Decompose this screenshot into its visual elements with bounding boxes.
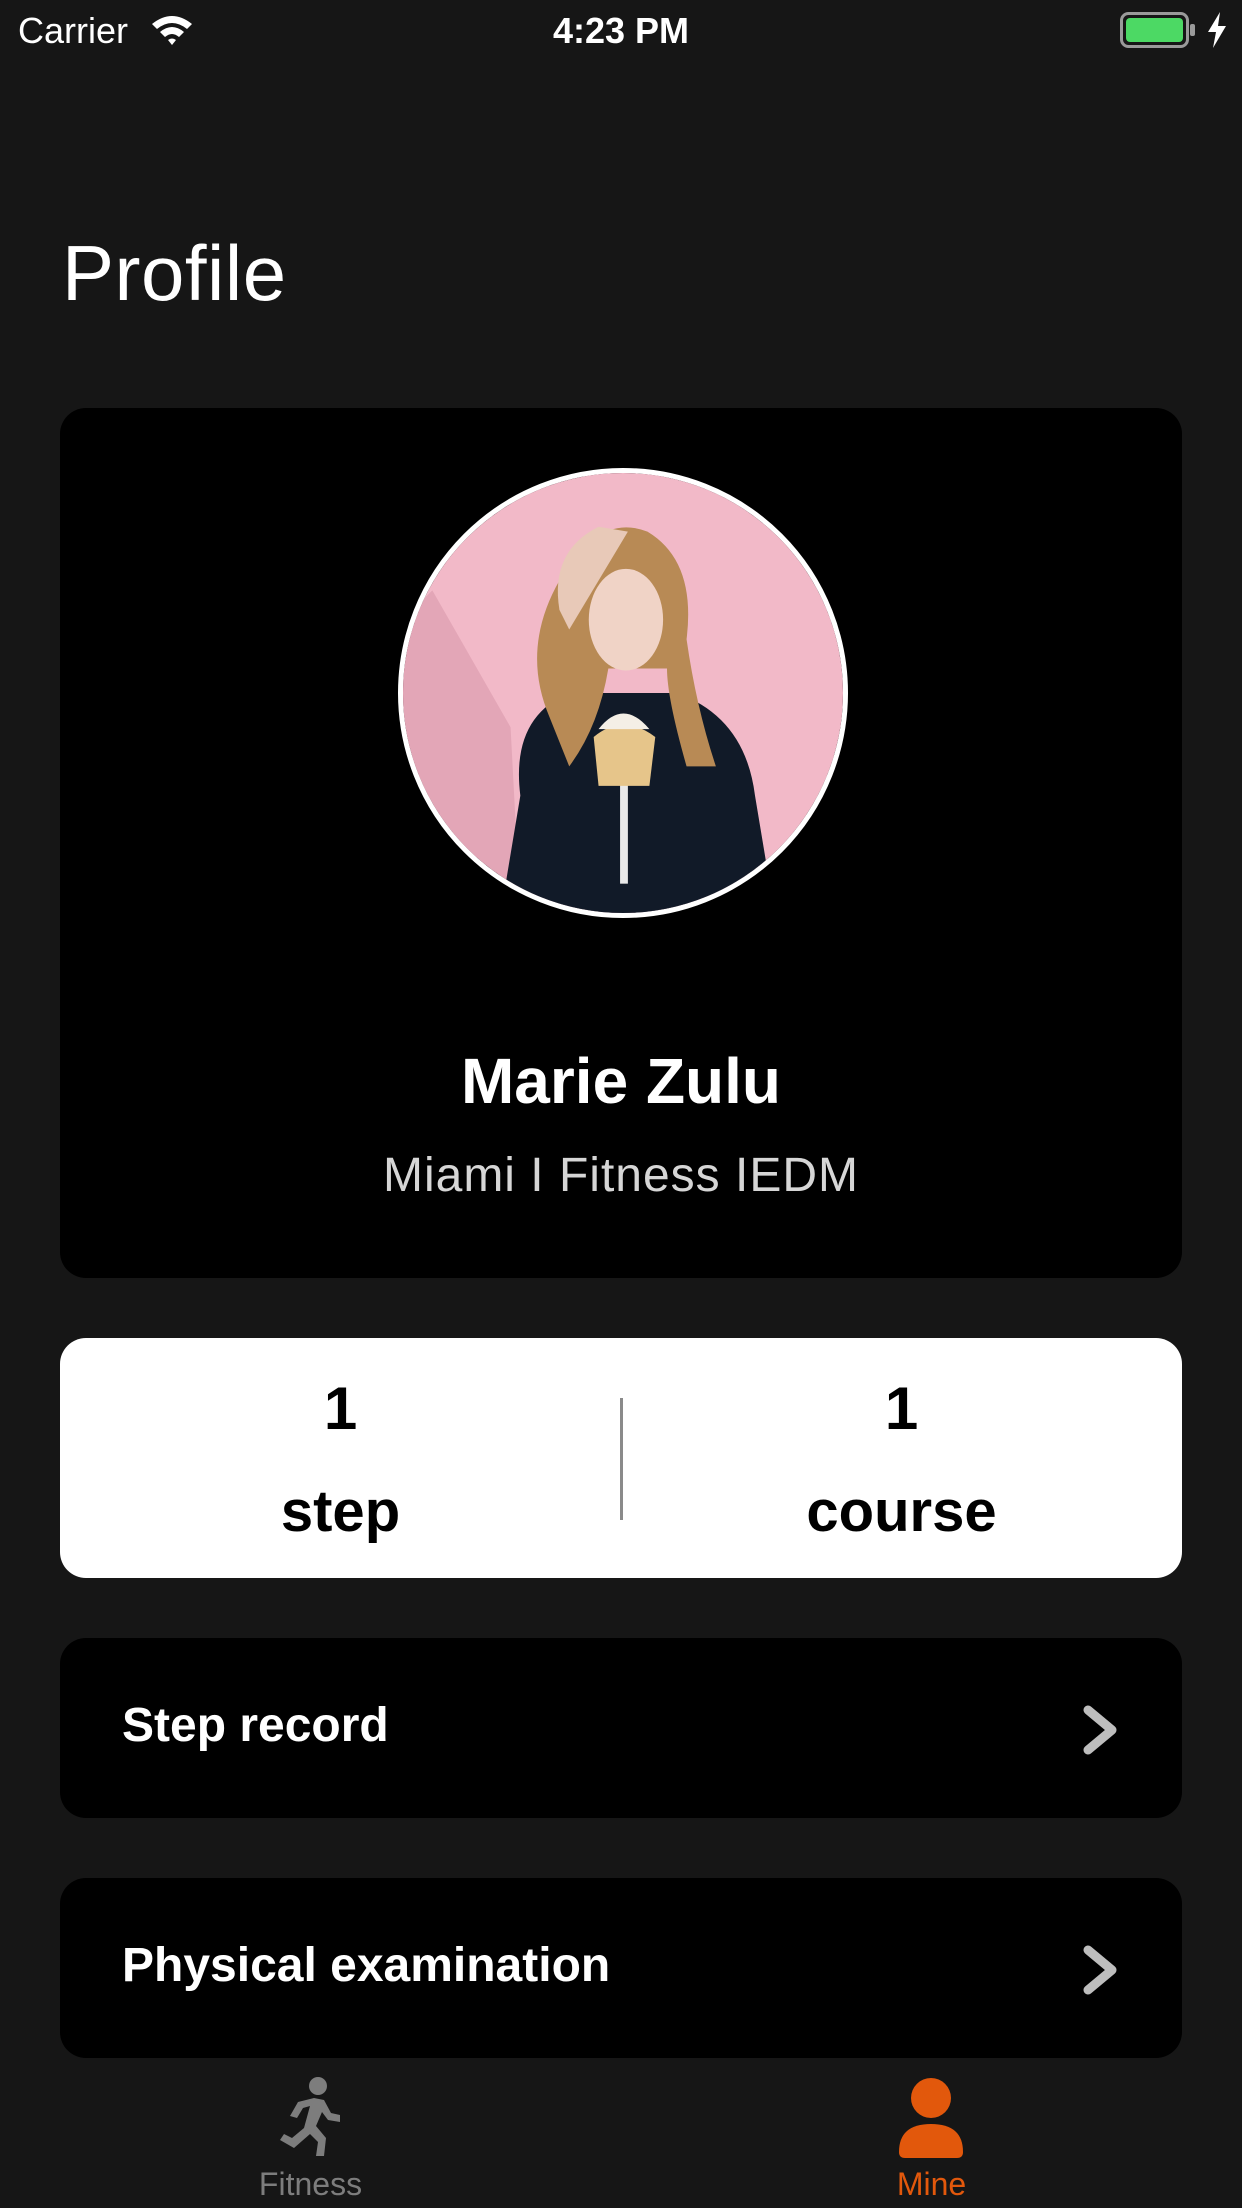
stat-label: course [806,1479,997,1544]
tab-label: Mine [896,2166,967,2202]
profile-name: Marie Zulu [460,1045,782,1117]
battery-icon [1120,12,1195,48]
status-bar: Carrier 4:23 PM [0,0,1242,64]
stat-courses[interactable]: 1 course [621,1338,1182,1578]
profile-card: Marie Zulu Miami I Fitness IEDM [60,408,1182,1278]
menu-item-physical-examination[interactable]: Physical examination [60,1878,1182,2058]
avatar[interactable] [398,468,848,918]
stat-value: 1 [884,1375,919,1442]
page-title: Profile [62,229,287,317]
tab-fitness[interactable]: Fitness [0,2058,621,2208]
menu-item-label: Step record [122,1699,389,1752]
tab-bar: Fitness Mine [0,2058,1242,2208]
stat-label: step [280,1479,401,1544]
chevron-right-icon [1083,1945,1117,1995]
avatar-photo [403,473,843,913]
menu-item-label: Physical examination [122,1939,611,1992]
chevron-right-icon [1083,1705,1117,1755]
running-person-icon [280,2077,340,2156]
charging-bolt-icon [1208,12,1226,48]
menu-item-step-record[interactable]: Step record [60,1638,1182,1818]
profile-subtitle: Miami I Fitness IEDM [382,1149,860,1202]
tab-mine[interactable]: Mine [621,2058,1242,2208]
status-time: 4:23 PM [552,10,690,51]
tab-label: Fitness [258,2166,363,2202]
stat-value: 1 [323,1375,358,1442]
person-icon [899,2078,963,2158]
profile-screen: Carrier 4:23 PM Profile Marie Zulu Miami… [0,0,1242,2208]
stat-steps[interactable]: 1 step [60,1338,621,1578]
stats-card: 1 step 1 course [60,1338,1182,1578]
